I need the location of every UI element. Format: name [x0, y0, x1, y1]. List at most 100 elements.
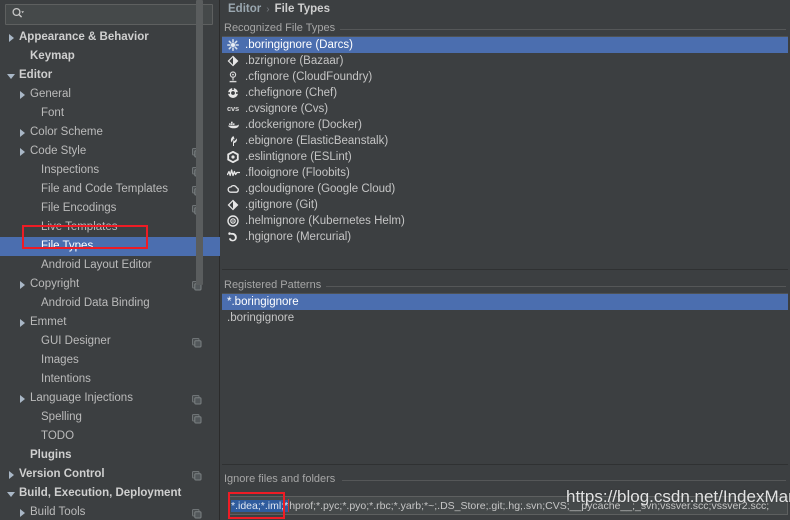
sidebar-item-label: Font — [41, 107, 65, 119]
sidebar-item-label: Version Control — [19, 468, 105, 480]
copy-settings-icon[interactable] — [192, 507, 202, 519]
copy-settings-icon[interactable] — [192, 469, 202, 481]
sidebar-item-android-layout-editor[interactable]: Android Layout Editor — [0, 256, 220, 275]
registered-pattern-row[interactable]: *.boringignore — [222, 294, 788, 310]
sidebar-item-gui-designer[interactable]: GUI Designer — [0, 332, 220, 351]
sidebar-item-build-execution-deployment[interactable]: Build, Execution, Deployment — [0, 484, 220, 503]
chevron-right-icon[interactable] — [6, 32, 17, 43]
sidebar-item-file-types[interactable]: File Types — [0, 237, 220, 256]
sidebar-item-build-tools[interactable]: Build Tools — [0, 503, 220, 520]
sidebar-item-general[interactable]: General — [0, 85, 220, 104]
sidebar-item-color-scheme[interactable]: Color Scheme — [0, 123, 220, 142]
sidebar-item-label: Keymap — [30, 50, 75, 62]
settings-sidebar: Appearance & Behavior Keymap Editor General… — [0, 0, 220, 520]
sidebar-item-plugins[interactable]: Plugins — [0, 446, 220, 465]
sidebar-item-label: TODO — [41, 430, 75, 442]
bazaar-icon — [226, 54, 240, 68]
registered-pattern-label: .boringignore — [227, 312, 295, 324]
copy-settings-icon[interactable] — [192, 393, 202, 405]
settings-tree[interactable]: Appearance & Behavior Keymap Editor General… — [0, 28, 220, 520]
sidebar-scrollbar-thumb[interactable] — [196, 0, 203, 285]
chevron-right-icon[interactable] — [17, 393, 28, 404]
copy-settings-icon[interactable] — [192, 336, 202, 348]
sidebar-item-file-encodings[interactable]: File Encodings — [0, 199, 220, 218]
sidebar-item-emmet[interactable]: Emmet — [0, 313, 220, 332]
registered-patterns-list[interactable]: *.boringignore .boringignore — [222, 293, 788, 465]
sidebar-item-label: Plugins — [30, 449, 72, 461]
recognized-file-type-row[interactable]: .gcloudignore (Google Cloud) — [222, 181, 788, 197]
recognized-file-type-label: .cfignore (CloudFoundry) — [245, 71, 373, 83]
chevron-right-icon[interactable] — [17, 507, 28, 518]
section-divider — [330, 29, 786, 30]
git-icon — [226, 198, 240, 212]
registered-pattern-row[interactable]: .boringignore — [222, 310, 788, 326]
chevron-down-icon[interactable] — [6, 488, 17, 499]
chevron-right-icon[interactable] — [17, 317, 28, 328]
recognized-file-type-label: .ebignore (ElasticBeanstalk) — [245, 135, 389, 147]
recognized-file-type-row[interactable]: .eslintignore (ESLint) — [222, 149, 788, 165]
sidebar-item-label: Emmet — [30, 316, 67, 328]
search-icon — [11, 7, 24, 23]
recognized-file-type-row[interactable]: .ebignore (ElasticBeanstalk) — [222, 133, 788, 149]
docker-icon — [226, 118, 240, 132]
sidebar-item-label: Live Templates — [41, 221, 118, 233]
recognized-file-types-list[interactable]: .boringignore (Darcs) .bzrignore (Bazaar… — [222, 36, 788, 270]
sidebar-item-label: Language Injections — [30, 392, 133, 404]
darcs-icon — [226, 38, 240, 52]
sidebar-item-font[interactable]: Font — [0, 104, 220, 123]
sidebar-item-images[interactable]: Images — [0, 351, 220, 370]
search-input[interactable] — [5, 4, 213, 25]
recognized-file-type-row[interactable]: .cfignore (CloudFoundry) — [222, 69, 788, 85]
sidebar-item-inspections[interactable]: Inspections — [0, 161, 220, 180]
sidebar-item-label: Spelling — [41, 411, 82, 423]
recognized-file-type-row[interactable]: .helmignore (Kubernetes Helm) — [222, 213, 788, 229]
chevron-right-icon[interactable] — [17, 146, 28, 157]
watermark-text: https://blog.csdn.net/IndexMan — [566, 487, 790, 506]
sidebar-item-android-data-binding[interactable]: Android Data Binding — [0, 294, 220, 313]
chevron-right-icon[interactable] — [17, 279, 28, 290]
recognized-file-type-label: .flooignore (Floobits) — [245, 167, 350, 179]
chevron-right-icon: › — [266, 3, 270, 15]
sidebar-item-label: Copyright — [30, 278, 80, 290]
sidebar-item-label: File and Code Templates — [41, 183, 168, 195]
recognized-file-type-row[interactable]: .bzrignore (Bazaar) — [222, 53, 788, 69]
recognized-file-type-row[interactable]: .hgignore (Mercurial) — [222, 229, 788, 245]
sidebar-item-label: File Encodings — [41, 202, 117, 214]
sidebar-item-keymap[interactable]: Keymap — [0, 47, 220, 66]
copy-settings-icon[interactable] — [192, 412, 202, 424]
recognized-file-type-row[interactable]: cvs .cvsignore (Cvs) — [222, 101, 788, 117]
sidebar-item-live-templates[interactable]: Live Templates — [0, 218, 220, 237]
chevron-down-icon[interactable] — [6, 70, 17, 81]
recognized-file-type-row[interactable]: .flooignore (Floobits) — [222, 165, 788, 181]
sidebar-item-code-style[interactable]: Code Style — [0, 142, 220, 161]
recognized-file-type-row[interactable]: .chefignore (Chef) — [222, 85, 788, 101]
recognized-file-type-label: .dockerignore (Docker) — [245, 119, 362, 131]
chevron-right-icon[interactable] — [17, 89, 28, 100]
chevron-right-icon[interactable] — [17, 127, 28, 138]
sidebar-item-intentions[interactable]: Intentions — [0, 370, 220, 389]
breadcrumb-parent[interactable]: Editor — [228, 3, 261, 15]
sidebar-item-file-and-code-templates[interactable]: File and Code Templates — [0, 180, 220, 199]
sidebar-item-label: Build Tools — [30, 506, 86, 518]
sidebar-item-todo[interactable]: TODO — [0, 427, 220, 446]
sidebar-scrollbar-track[interactable] — [196, 0, 211, 492]
ignore-files-and-folders-label: Ignore files and folders — [224, 473, 341, 485]
sidebar-item-language-injections[interactable]: Language Injections — [0, 389, 220, 408]
sidebar-item-spelling[interactable]: Spelling — [0, 408, 220, 427]
recognized-file-type-row[interactable]: .dockerignore (Docker) — [222, 117, 788, 133]
sidebar-item-version-control[interactable]: Version Control — [0, 465, 220, 484]
sidebar-item-editor[interactable]: Editor — [0, 66, 220, 85]
chevron-right-icon[interactable] — [6, 469, 17, 480]
sidebar-item-copyright[interactable]: Copyright — [0, 275, 220, 294]
recognized-file-type-row[interactable]: .boringignore (Darcs) — [222, 37, 788, 53]
sidebar-item-label: File Types — [41, 240, 94, 252]
elasticbeanstalk-icon — [226, 134, 240, 148]
recognized-file-type-label: .gitignore (Git) — [245, 199, 318, 211]
sidebar-item-appearance-behavior[interactable]: Appearance & Behavior — [0, 28, 220, 47]
recognized-file-type-row[interactable]: .gitignore (Git) — [222, 197, 788, 213]
